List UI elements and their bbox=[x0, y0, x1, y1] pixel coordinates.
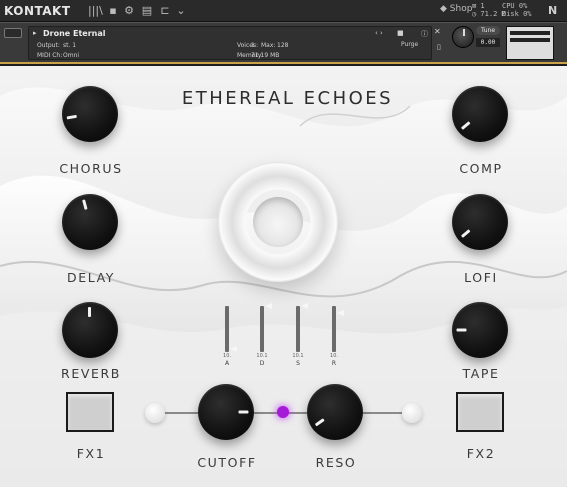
chorus-knob[interactable] bbox=[62, 86, 118, 142]
reverb-knob[interactable] bbox=[62, 302, 118, 358]
tape-knob-pointer bbox=[456, 328, 467, 332]
comp-knob-pointer bbox=[460, 121, 471, 130]
level-meter[interactable] bbox=[506, 26, 554, 60]
chorus-knob-pointer bbox=[66, 114, 77, 120]
instrument-header: ▸ Drone Eternal Output: st. 1 MIDI Ch: O… bbox=[0, 22, 567, 64]
lofi-knob-pointer bbox=[460, 229, 471, 238]
comp-label: COMP bbox=[459, 161, 503, 176]
fx1-button[interactable] bbox=[66, 392, 114, 432]
voices-value: 1 bbox=[251, 42, 255, 49]
release-label: R bbox=[331, 360, 337, 367]
close-icon[interactable]: ✕ bbox=[434, 27, 441, 36]
delay-label: DELAY bbox=[67, 270, 115, 285]
plugin-title: ETHEREAL ECHOES bbox=[181, 88, 394, 109]
tape-knob[interactable] bbox=[452, 302, 508, 358]
reso-knob-pointer bbox=[314, 418, 325, 427]
output-value[interactable]: st. 1 bbox=[63, 42, 76, 49]
expand-icon[interactable]: ▸ bbox=[33, 29, 37, 37]
sustain-label: S bbox=[296, 360, 300, 367]
chorus-label: CHORUS bbox=[59, 161, 123, 176]
max-voices-label: Max: bbox=[261, 42, 276, 49]
center-ring-hole bbox=[253, 197, 303, 247]
tape-label: TAPE bbox=[462, 366, 500, 381]
cutoff-knob-pointer bbox=[238, 410, 249, 414]
fx2-button[interactable] bbox=[456, 392, 504, 432]
reso-label: RESO bbox=[315, 455, 357, 470]
filter-link-indicator[interactable] bbox=[277, 406, 289, 418]
instrument-info-box: ▸ Drone Eternal Output: st. 1 MIDI Ch: O… bbox=[28, 26, 432, 60]
fx2-label: FX2 bbox=[466, 446, 496, 461]
release-value: 10. bbox=[330, 353, 338, 359]
shop-label: Shop bbox=[449, 4, 473, 14]
chevron-down-icon[interactable]: ⌄ bbox=[174, 4, 188, 18]
kontakt-top-bar: KONTAKT |||\ ▪ ⚙ ▤ ⊏ ⌄ ◆ Shop ⊠ 1 ◷ 71.2… bbox=[0, 0, 567, 22]
cutoff-label: CUTOFF bbox=[197, 455, 257, 470]
reverb-knob-pointer bbox=[88, 307, 91, 317]
purge-button[interactable]: Purge bbox=[401, 41, 418, 48]
gear-icon[interactable]: ⚙ bbox=[122, 4, 136, 18]
view-icon[interactable]: ▤ bbox=[140, 4, 154, 18]
save-icon[interactable]: ▪ bbox=[106, 4, 120, 18]
fx1-label: FX1 bbox=[76, 446, 106, 461]
midi-channel-value[interactable]: Omni bbox=[63, 52, 79, 59]
library-icon[interactable]: |||\ bbox=[88, 4, 103, 18]
tune-label: Tune bbox=[476, 26, 500, 35]
attack-value: 10. bbox=[223, 353, 231, 359]
reso-knob[interactable] bbox=[307, 384, 363, 440]
decay-value: 10.1 bbox=[256, 353, 268, 359]
comp-knob[interactable] bbox=[452, 86, 508, 142]
info-icon[interactable]: ⓘ bbox=[421, 29, 428, 39]
plug-icon[interactable]: ⊏ bbox=[158, 4, 172, 18]
memory-value: 71.19 MB bbox=[251, 52, 280, 59]
voices-memory-stats: ⊠ 1 ◷ 71.2 M bbox=[472, 2, 506, 18]
tune-value[interactable]: 0.00 bbox=[476, 38, 500, 47]
sustain-slider[interactable] bbox=[296, 306, 300, 352]
decay-label: D bbox=[259, 360, 265, 367]
release-slider[interactable] bbox=[332, 306, 336, 352]
meter-bar-left bbox=[510, 31, 550, 35]
max-voices-value[interactable]: 128 bbox=[277, 42, 288, 49]
camera-icon[interactable]: ■ bbox=[397, 29, 404, 37]
wrench-icon[interactable] bbox=[4, 28, 22, 38]
cpu-usage: CPU 0% bbox=[502, 2, 528, 10]
instrument-panel: ETHEREAL ECHOES CHORUS DELAY REVERB COMP… bbox=[0, 66, 567, 487]
sustain-value: 10.1 bbox=[292, 353, 304, 359]
output-label: Output: bbox=[37, 42, 60, 49]
shop-button[interactable]: ◆ Shop bbox=[440, 4, 472, 14]
midi-channel-label: MIDI Ch: bbox=[37, 52, 63, 59]
decay-slider[interactable] bbox=[260, 306, 264, 352]
cpu-disk-stats: CPU 0% Disk 0% bbox=[502, 2, 532, 18]
tag-icon: ◆ bbox=[440, 4, 450, 14]
lofi-knob[interactable] bbox=[452, 194, 508, 250]
instrument-name[interactable]: Drone Eternal bbox=[43, 29, 105, 38]
attack-label: A bbox=[224, 360, 230, 367]
delay-knob-pointer bbox=[82, 199, 88, 210]
voice-count: ⊠ 1 bbox=[472, 2, 485, 10]
kontakt-logo: KONTAKT bbox=[4, 4, 71, 18]
tune-knob[interactable] bbox=[452, 26, 474, 48]
meter-bar-right bbox=[510, 38, 550, 42]
nav-arrows-icon[interactable]: ‹ › bbox=[375, 29, 383, 37]
right-orb-button[interactable] bbox=[402, 403, 422, 423]
left-orb-button[interactable] bbox=[145, 403, 165, 423]
reverb-label: REVERB bbox=[61, 366, 121, 381]
delay-knob[interactable] bbox=[62, 194, 118, 250]
attack-slider[interactable] bbox=[225, 306, 229, 352]
lofi-label: LOFI bbox=[464, 270, 498, 285]
cutoff-knob[interactable] bbox=[198, 384, 254, 440]
memory-usage: ◷ 71.2 M bbox=[472, 10, 506, 18]
ni-logo[interactable]: N bbox=[548, 4, 557, 17]
disk-usage: Disk 0% bbox=[502, 10, 532, 18]
solo-icon[interactable]: ▯ bbox=[437, 43, 441, 51]
